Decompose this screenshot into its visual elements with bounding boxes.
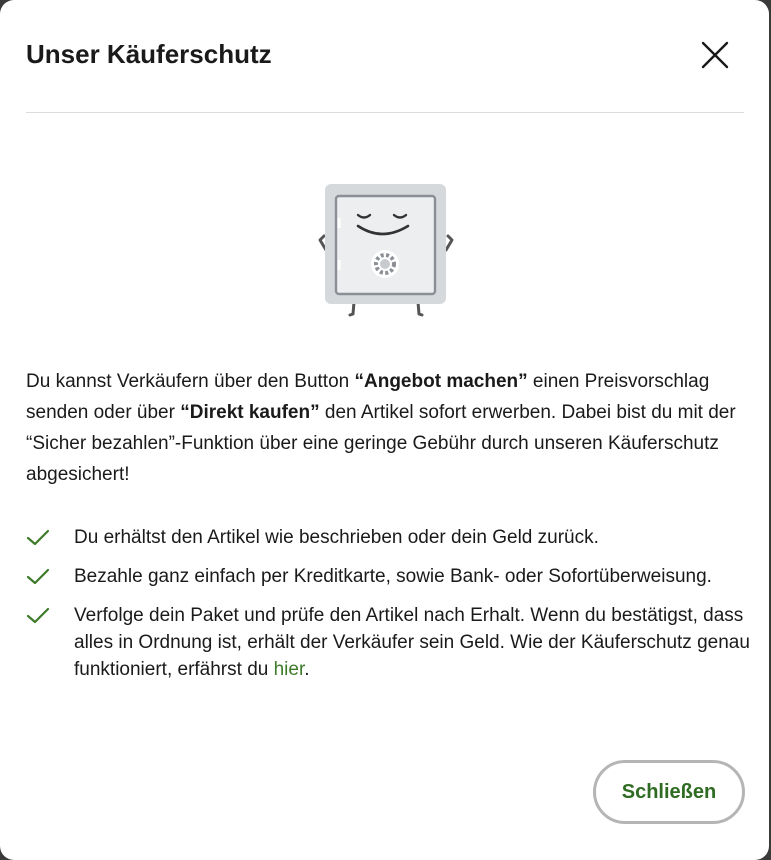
checkmark-icon	[26, 568, 50, 585]
benefit-text: Du erhältst den Artikel wie beschrieben …	[74, 527, 599, 548]
checkmark-icon	[26, 607, 50, 624]
benefit-text: Verfolge dein Paket und prüfe den Artike…	[74, 605, 750, 680]
benefit-item: Bezahle ganz einfach per Kreditkarte, so…	[26, 563, 751, 590]
benefit-item: Verfolge dein Paket und prüfe den Artike…	[26, 602, 751, 683]
modal-header: Unser Käuferschutz	[26, 0, 744, 113]
benefit-text: Bezahle ganz einfach per Kreditkarte, so…	[74, 566, 712, 587]
offer-button-reference: “Angebot machen”	[354, 371, 528, 392]
intro-text-1: Du kannst Verkäufern über den Button	[26, 371, 355, 392]
benefits-list: Du erhältst den Artikel wie beschrieben …	[26, 524, 751, 683]
benefit-item: Du erhältst den Artikel wie beschrieben …	[26, 524, 751, 551]
modal-title: Unser Käuferschutz	[26, 39, 272, 69]
intro-paragraph: Du kannst Verkäufern über den Button “An…	[26, 366, 751, 490]
buyer-protection-modal: Unser Käuferschutz Du kannst Verkäufern …	[0, 0, 769, 860]
buy-now-reference: “Direkt kaufen”	[180, 402, 320, 423]
smiling-safe-illustration	[314, 180, 458, 322]
close-icon[interactable]	[698, 38, 732, 72]
more-info-link[interactable]: hier	[274, 659, 305, 680]
checkmark-icon	[26, 529, 50, 546]
close-button[interactable]: Schließen	[593, 760, 745, 824]
benefit-text-end: .	[304, 659, 310, 680]
